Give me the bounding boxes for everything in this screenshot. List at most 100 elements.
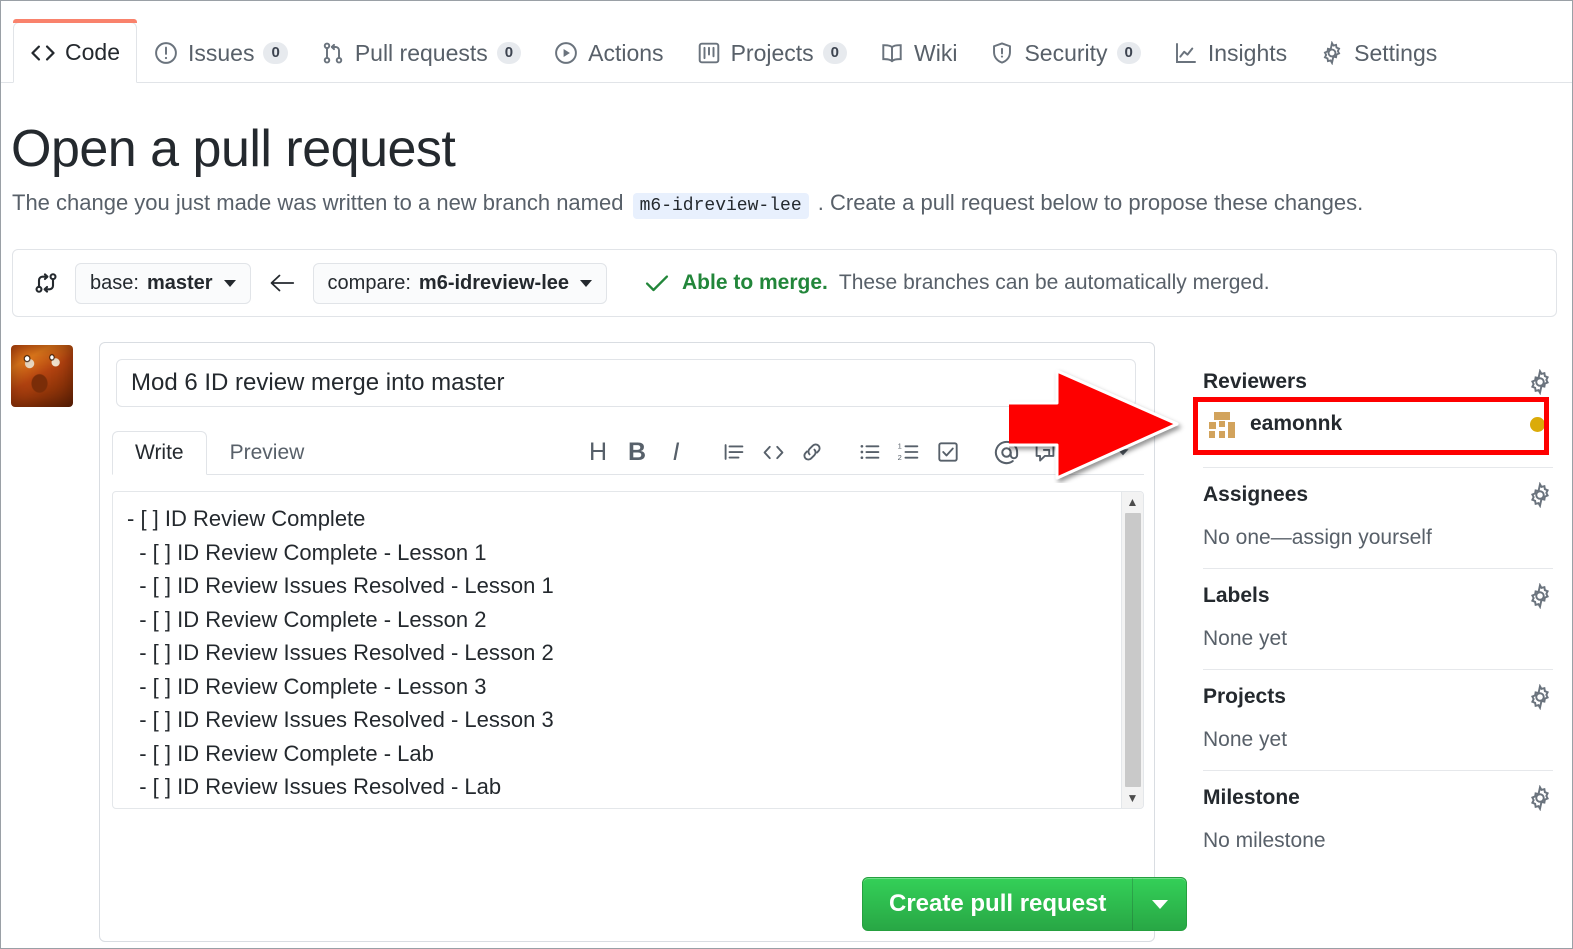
task-list-icon[interactable] xyxy=(931,436,965,468)
review-status-badge xyxy=(1530,416,1545,432)
sidebar-section-assignees: Assignees No one—assign yourself xyxy=(1203,481,1553,568)
compare-branch-select[interactable]: compare: m6-idreview-lee xyxy=(312,262,607,304)
gear-icon[interactable] xyxy=(1527,368,1553,396)
assignees-header: Assignees xyxy=(1203,481,1553,512)
page-subtitle-after: . Create a pull request below to propose… xyxy=(817,190,1364,215)
gear-icon[interactable] xyxy=(1527,683,1553,711)
nav-tab-issues[interactable]: Issues 0 xyxy=(137,24,304,82)
nav-tab-label: Code xyxy=(65,39,120,65)
nav-tab-label: Actions xyxy=(588,39,664,66)
pull-requests-count: 0 xyxy=(496,42,522,64)
scroll-down-icon[interactable]: ▼ xyxy=(1122,788,1144,808)
markdown-editor-area: - [ ] ID Review Complete - [ ] ID Review… xyxy=(112,491,1144,809)
page-subtitle: The change you just made was written to … xyxy=(12,190,1364,219)
projects-value: None yet xyxy=(1203,728,1288,751)
create-pull-request-label: Create pull request xyxy=(889,890,1107,917)
svg-text:1: 1 xyxy=(898,441,902,450)
reviewers-title: Reviewers xyxy=(1203,370,1307,393)
comment-textarea[interactable]: - [ ] ID Review Complete - [ ] ID Review… xyxy=(112,491,1144,809)
book-icon xyxy=(879,40,905,66)
code-icon xyxy=(30,40,56,66)
create-pull-request-button[interactable]: Create pull request xyxy=(862,877,1188,931)
reviewer-avatar xyxy=(1207,409,1237,439)
gear-icon[interactable] xyxy=(1527,784,1553,812)
assignees-value[interactable]: No one—assign yourself xyxy=(1203,512,1553,550)
security-count: 0 xyxy=(1116,42,1141,64)
gear-icon xyxy=(1319,40,1345,66)
milestone-value: No milestone xyxy=(1203,829,1326,852)
bold-icon[interactable]: B xyxy=(620,436,654,468)
heading-icon[interactable]: H xyxy=(581,436,615,468)
sidebar-section-milestone: Milestone No milestone xyxy=(1203,784,1553,871)
project-board-icon xyxy=(696,40,722,66)
scrollbar-thumb[interactable] xyxy=(1124,513,1141,787)
merge-status-detail: These branches can be automatically merg… xyxy=(838,271,1270,294)
reviewer-item[interactable]: eamonnk xyxy=(1203,399,1553,449)
mention-icon[interactable] xyxy=(989,436,1023,468)
arrow-left-icon xyxy=(265,270,299,296)
chevron-down-icon xyxy=(1151,899,1168,909)
ordered-list-icon[interactable]: 12 xyxy=(892,436,926,468)
projects-header: Projects xyxy=(1203,683,1553,714)
branch-compare-bar: base: master compare: m6-idreview-lee Ab… xyxy=(12,249,1557,317)
nav-tab-pull-requests[interactable]: Pull requests 0 xyxy=(304,24,537,82)
nav-tab-label: Settings xyxy=(1354,39,1438,66)
unordered-list-icon[interactable] xyxy=(853,436,887,468)
base-branch-value: master xyxy=(146,271,213,294)
saved-replies-icon[interactable] xyxy=(1067,436,1101,468)
issues-count: 0 xyxy=(263,42,288,64)
pull-request-title-input[interactable] xyxy=(116,359,1136,407)
labels-value: None yet xyxy=(1203,627,1288,650)
markdown-toolbar: H B I 12 xyxy=(581,436,1144,474)
code-icon[interactable] xyxy=(756,436,790,468)
reviewer-name: eamonnk xyxy=(1250,412,1343,435)
nav-tab-settings[interactable]: Settings xyxy=(1303,24,1453,82)
reference-issue-icon[interactable] xyxy=(1028,436,1062,468)
chevron-down-icon xyxy=(223,279,236,287)
branch-name-chip: m6-idreview-lee xyxy=(632,193,809,219)
milestone-title: Milestone xyxy=(1203,786,1300,809)
pull-request-sidebar: Reviewers eamonnk Assignees No one—assig… xyxy=(1193,368,1553,871)
base-branch-select[interactable]: base: master xyxy=(75,262,251,304)
gear-icon[interactable] xyxy=(1527,481,1553,509)
italic-icon[interactable]: I xyxy=(659,436,693,468)
divider xyxy=(1203,467,1553,468)
nav-tab-label: Pull requests xyxy=(354,39,488,66)
labels-header: Labels xyxy=(1203,582,1553,613)
nav-tab-actions[interactable]: Actions xyxy=(537,24,679,82)
page-title: Open a pull request xyxy=(11,120,456,178)
svg-text:2: 2 xyxy=(898,453,902,462)
nav-tab-code[interactable]: Code xyxy=(13,19,137,83)
git-pull-request-icon xyxy=(320,40,346,66)
repository-nav: Code Issues 0 Pull requests 0 Actions Pr… xyxy=(1,1,1572,83)
nav-tab-projects[interactable]: Projects 0 xyxy=(680,24,863,82)
nav-tab-wiki[interactable]: Wiki xyxy=(863,24,973,82)
compare-branch-label: compare: xyxy=(327,271,411,294)
chevron-down-icon[interactable] xyxy=(1106,436,1140,468)
reviewers-header: Reviewers xyxy=(1203,368,1553,399)
check-icon xyxy=(643,270,671,296)
scroll-up-icon[interactable]: ▲ xyxy=(1122,492,1144,512)
merge-status-text: Able to merge. xyxy=(682,271,828,294)
nav-tab-insights[interactable]: Insights xyxy=(1157,24,1303,82)
issue-opened-icon xyxy=(153,40,179,66)
tab-write[interactable]: Write xyxy=(112,431,207,475)
quote-icon[interactable] xyxy=(717,436,751,468)
tab-preview[interactable]: Preview xyxy=(207,431,328,475)
pull-request-form: Write Preview H B I xyxy=(99,342,1188,942)
markdown-tabbar: Write Preview H B I 1 2 xyxy=(112,429,1144,475)
sidebar-section-projects: Projects None yet xyxy=(1203,683,1553,770)
divider xyxy=(1203,568,1553,569)
gear-icon[interactable] xyxy=(1527,582,1553,610)
textarea-scrollbar[interactable]: ▲ ▼ xyxy=(1121,492,1143,808)
create-pull-request-dropdown[interactable] xyxy=(1132,878,1186,930)
play-icon xyxy=(553,40,579,66)
nav-tab-security[interactable]: Security 0 xyxy=(973,24,1156,82)
compare-branch-value: m6-idreview-lee xyxy=(418,271,569,294)
github-open-pull-request-page: Code Issues 0 Pull requests 0 Actions Pr… xyxy=(0,0,1573,949)
nav-tab-label: Insights xyxy=(1207,39,1288,66)
comment-body-text: - [ ] ID Review Complete - [ ] ID Review… xyxy=(127,506,554,799)
link-icon[interactable] xyxy=(795,436,829,468)
labels-title: Labels xyxy=(1203,584,1270,607)
shield-icon xyxy=(989,40,1015,66)
